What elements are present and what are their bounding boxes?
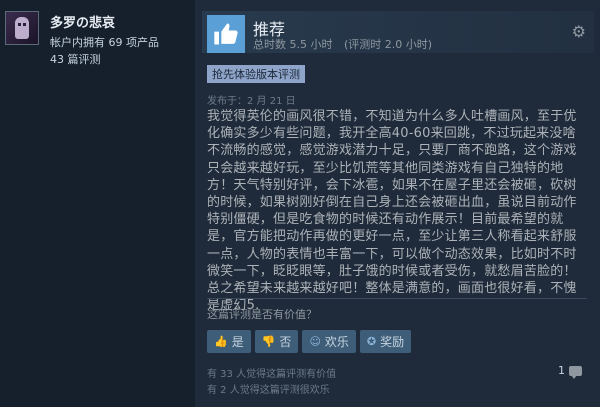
posted-date: 发布于：2 月 21 日 bbox=[207, 96, 296, 107]
helpful-count: 有 33 人觉得这篇评测有价值 bbox=[207, 369, 337, 380]
award-icon: ✪ bbox=[366, 335, 377, 348]
thumbs-up-icon: 👍 bbox=[214, 335, 228, 348]
review-card: 多罗の悲哀 帐户内拥有 69 项产品 43 篇评测 推荐 总时数 5.5 小时 … bbox=[0, 0, 600, 407]
vote-funny-button[interactable]: ☺ 欢乐 bbox=[302, 330, 356, 353]
vote-buttons: 👍 是 👎 否 ☺ 欢乐 ✪ 奖励 bbox=[207, 330, 412, 353]
smile-icon: ☺ bbox=[309, 335, 321, 348]
avatar-eye-left bbox=[18, 23, 21, 26]
helpful-question: 这篇评测是否有价值？ bbox=[207, 308, 317, 321]
reviews-count[interactable]: 43 篇评测 bbox=[50, 51, 101, 67]
award-button[interactable]: ✪ 奖励 bbox=[359, 330, 412, 353]
vote-header[interactable]: 推荐 总时数 5.5 小时 (评测时 2.0 小时) ⚙ bbox=[202, 11, 594, 53]
avatar-figure bbox=[15, 17, 29, 39]
comments-link[interactable]: 1 bbox=[558, 364, 582, 379]
divider bbox=[207, 298, 587, 299]
funny-count: 有 2 人觉得这篇评测很欢乐 bbox=[207, 385, 330, 396]
hours-at-review: (评测时 2.0 小时) bbox=[344, 38, 433, 51]
vote-yes-label: 是 bbox=[231, 335, 244, 349]
hours-total: 总时数 5.5 小时 bbox=[253, 38, 333, 51]
award-label: 奖励 bbox=[380, 335, 405, 349]
avatar-eye-right bbox=[23, 23, 26, 26]
review-content: 我觉得英伦的画风很不错，不知道为什么多人吐槽画风，至于优化确实多少有些问题，我开… bbox=[207, 109, 577, 314]
vote-funny-label: 欢乐 bbox=[324, 335, 349, 349]
vote-no-label: 否 bbox=[279, 335, 292, 349]
vote-yes-button[interactable]: 👍 是 bbox=[207, 330, 251, 353]
persona-name[interactable]: 多罗の悲哀 bbox=[50, 12, 115, 31]
products-owned[interactable]: 帐户内拥有 69 项产品 bbox=[50, 34, 159, 50]
vote-no-button[interactable]: 👎 否 bbox=[254, 330, 299, 353]
comment-bubble-icon bbox=[569, 365, 582, 379]
thumbs-up-icon bbox=[207, 15, 245, 53]
early-access-badge: 抢先体验版本评测 bbox=[207, 65, 305, 83]
comments-count: 1 bbox=[558, 364, 565, 377]
playtime: 总时数 5.5 小时 (评测时 2.0 小时) bbox=[253, 36, 440, 52]
gear-icon[interactable]: ⚙ bbox=[572, 22, 586, 41]
avatar[interactable] bbox=[5, 11, 39, 45]
author-panel: 多罗の悲哀 帐户内拥有 69 项产品 43 篇评测 bbox=[0, 0, 195, 407]
thumbs-down-icon: 👎 bbox=[261, 335, 276, 348]
